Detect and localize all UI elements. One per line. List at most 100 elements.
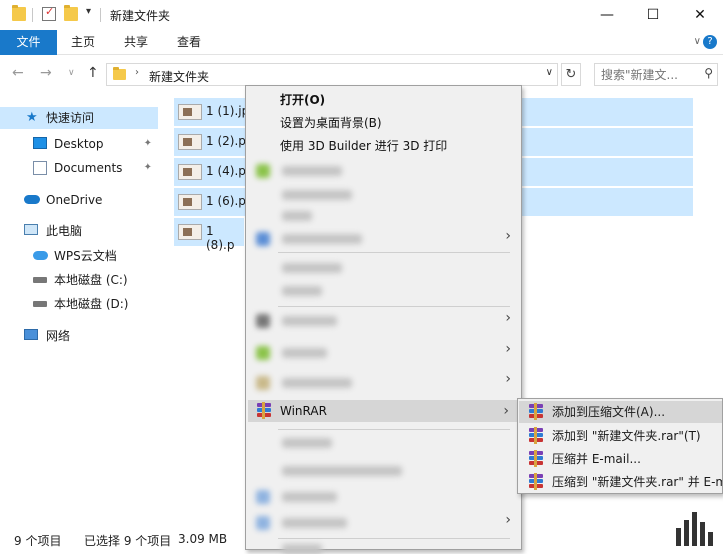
drive-icon [33, 277, 47, 283]
obscured-menu-item[interactable] [282, 190, 352, 200]
submenu-arrow-icon: › [505, 371, 511, 387]
breadcrumb-chevron-icon[interactable]: › [135, 67, 139, 78]
divider [32, 8, 33, 22]
image-thumbnail-icon [178, 224, 202, 240]
search-input[interactable] [595, 64, 699, 85]
submenu-arrow-icon: › [505, 341, 511, 357]
menu-label: 设置为桌面背景(B) [280, 116, 382, 130]
file-name: 1 (1).jp [206, 104, 250, 118]
winrar-icon [528, 473, 544, 490]
tab-view[interactable]: 查看 [163, 30, 215, 55]
selected-count: 已选择 9 个项目 [84, 534, 172, 548]
refresh-button[interactable]: ↻ [561, 63, 581, 86]
back-button[interactable]: ← [12, 65, 24, 81]
forward-button[interactable]: → [40, 65, 52, 81]
navigation-pane: ★ 快速访问 Desktop ✦ Documents ✦ OneDrive 此电… [0, 94, 160, 524]
obscured-menu-item[interactable] [282, 316, 337, 326]
submenu-arrow-icon: › [505, 228, 511, 244]
menu-separator [278, 306, 510, 307]
nav-label: 网络 [46, 329, 71, 343]
breadcrumb-folder[interactable]: 新建文件夹 [149, 68, 209, 85]
obscured-menu-item[interactable] [282, 378, 352, 388]
obscured-menu-item[interactable] [282, 211, 312, 221]
obscured-menu-item[interactable] [282, 438, 332, 448]
drive-icon [33, 301, 47, 307]
obscured-icon [256, 164, 270, 178]
file-name: 1 (8).p [206, 224, 235, 252]
nav-item-drive-d[interactable]: 本地磁盘 (D:) [0, 293, 158, 315]
winrar-icon [528, 427, 544, 444]
menu-item-set-background[interactable]: 设置为桌面背景(B) [248, 112, 519, 134]
image-thumbnail-icon [178, 194, 202, 210]
menu-label: 压缩并 E-mail... [552, 452, 641, 466]
menu-label: WinRAR [280, 404, 327, 418]
tab-home[interactable]: 主页 [57, 30, 109, 55]
obscured-menu-item[interactable] [282, 492, 337, 502]
new-folder-icon[interactable] [64, 5, 78, 21]
pin-icon: ✦ [143, 162, 152, 173]
obscured-menu-item[interactable] [282, 166, 342, 176]
nav-item-network[interactable]: 网络 [0, 325, 158, 347]
search-box[interactable]: ⚲ [594, 63, 718, 86]
file-name: 1 (6).p [206, 194, 246, 208]
nav-item-quick-access[interactable]: ★ 快速访问 [0, 107, 158, 129]
menu-item-compress-rar-email[interactable]: 压缩到 "新建文件夹.rar" 并 E-mail [519, 471, 723, 493]
properties-icon[interactable] [42, 5, 56, 21]
nav-item-wps-cloud[interactable]: WPS云文档 [0, 245, 158, 267]
image-thumbnail-icon [178, 164, 202, 180]
tab-share[interactable]: 共享 [110, 30, 162, 55]
watermark-logo [668, 496, 723, 550]
obscured-menu-item[interactable] [282, 348, 327, 358]
address-field[interactable]: › 新建文件夹 ∨ [106, 63, 558, 86]
file-item[interactable]: 1 (8).p [174, 218, 244, 252]
nav-label: 此电脑 [46, 224, 83, 238]
obscured-icon [256, 232, 270, 246]
nav-item-this-pc[interactable]: 此电脑 [0, 220, 158, 242]
cloud-icon [24, 195, 40, 204]
image-thumbnail-icon [178, 104, 202, 120]
menu-item-add-to-rar[interactable]: 添加到 "新建文件夹.rar"(T) [519, 425, 722, 447]
winrar-submenu: 添加到压缩文件(A)... 添加到 "新建文件夹.rar"(T) 压缩并 E-m… [517, 398, 723, 494]
address-dropdown-icon[interactable]: ∨ [546, 67, 553, 78]
quick-access-dropdown-icon[interactable]: ▾ [86, 6, 91, 17]
obscured-menu-item[interactable] [282, 518, 347, 528]
nav-label: 本地磁盘 (D:) [54, 297, 129, 311]
image-thumbnail-icon [178, 134, 202, 150]
menu-item-open[interactable]: 打开(O) [248, 89, 519, 111]
submenu-arrow-icon: › [505, 512, 511, 528]
menu-item-winrar[interactable]: WinRAR › [248, 400, 519, 422]
nav-item-onedrive[interactable]: OneDrive [0, 189, 158, 211]
ribbon-expand-icon[interactable]: ∨ [694, 36, 701, 47]
nav-item-desktop[interactable]: Desktop ✦ [0, 133, 158, 155]
nav-label: WPS云文档 [54, 249, 117, 263]
close-button[interactable]: ✕ [677, 0, 723, 30]
obscured-icon [256, 516, 270, 530]
obscured-menu-item[interactable] [282, 544, 322, 554]
minimize-button[interactable]: — [584, 0, 630, 30]
nav-item-documents[interactable]: Documents ✦ [0, 157, 158, 179]
obscured-menu-item[interactable] [282, 234, 362, 244]
context-menu: 打开(O) 设置为桌面背景(B) 使用 3D Builder 进行 3D 打印 … [245, 85, 522, 554]
winrar-icon [528, 403, 544, 420]
obscured-icon [256, 376, 270, 390]
obscured-menu-item[interactable] [282, 286, 322, 296]
obscured-menu-item[interactable] [282, 263, 342, 273]
obscured-icon [256, 346, 270, 360]
menu-item-add-to-archive[interactable]: 添加到压缩文件(A)... [519, 401, 722, 423]
maximize-button[interactable]: ☐ [630, 0, 676, 30]
recent-locations-icon[interactable]: ∨ [68, 68, 75, 78]
nav-item-drive-c[interactable]: 本地磁盘 (C:) [0, 269, 158, 291]
nav-label: 快速访问 [46, 111, 95, 125]
menu-item-compress-email[interactable]: 压缩并 E-mail... [519, 448, 722, 470]
tab-file[interactable]: 文件 [0, 30, 57, 55]
folder-icon [113, 67, 126, 80]
menu-item-3d-print[interactable]: 使用 3D Builder 进行 3D 打印 [248, 135, 519, 157]
menu-label: 压缩到 "新建文件夹.rar" 并 E-mail [552, 475, 723, 489]
obscured-menu-item[interactable] [282, 466, 402, 476]
menu-separator [278, 429, 510, 430]
search-icon[interactable]: ⚲ [704, 66, 713, 80]
up-button[interactable]: ↑ [87, 65, 99, 81]
pin-icon: ✦ [143, 138, 152, 149]
help-icon[interactable]: ? [703, 35, 717, 49]
menu-label: 打开(O) [280, 93, 326, 107]
